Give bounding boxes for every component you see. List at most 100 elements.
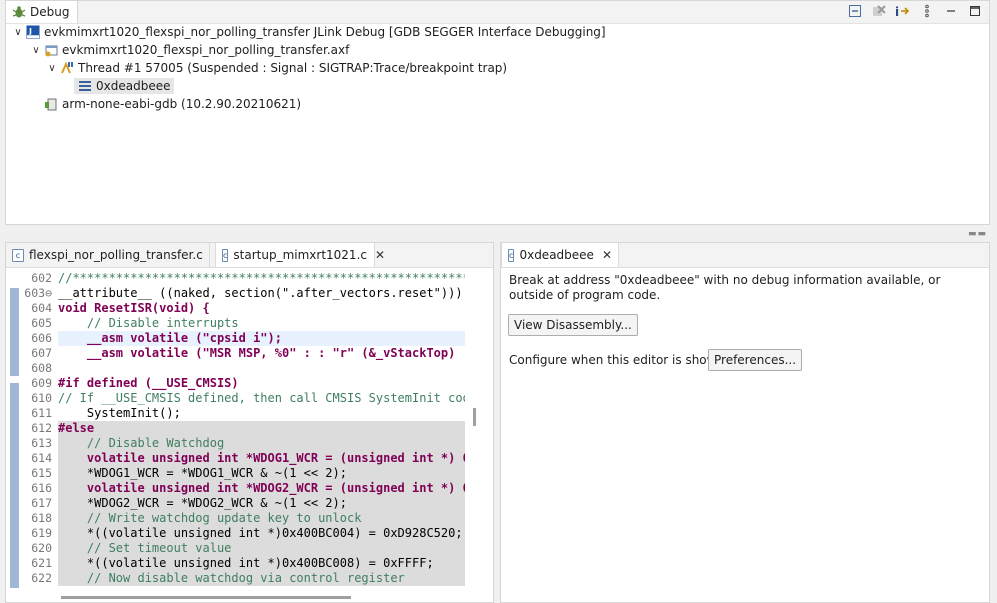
thread-suspended-icon <box>61 61 73 74</box>
tree-item-gdb[interactable]: arm-none-eabi-gdb (10.2.90.20210621) <box>6 95 989 113</box>
view-disassembly-button[interactable]: View Disassembly... <box>508 314 638 336</box>
code-editor: c flexspi_nor_polling_transfer.c c start… <box>5 242 494 603</box>
line-number: 618 <box>31 511 52 525</box>
tab-debug-label: Debug <box>30 5 70 19</box>
line-number: 602 <box>31 271 52 285</box>
line-number: 615 <box>31 466 52 480</box>
code-line-inactive: volatile unsigned int *WDOG1_WCR = (unsi… <box>58 451 465 466</box>
line-number: 619 <box>31 526 52 540</box>
line-number: 610 <box>31 391 52 405</box>
tree-item-stack-frame[interactable]: 0xdeadbeee <box>6 77 989 95</box>
code-line: #if defined (__USE_CMSIS) <box>58 376 239 390</box>
editor-tabbar: c flexspi_nor_polling_transfer.c c start… <box>6 243 493 268</box>
svg-text:i: i <box>895 5 899 18</box>
code-line: SystemInit(); <box>58 406 181 420</box>
chevron-down-icon[interactable]: ∨ <box>46 63 58 74</box>
gdb-process-icon <box>45 98 57 111</box>
code-line: __attribute__ ((naked, section(".after_v… <box>58 286 463 300</box>
minimize-icon[interactable] <box>943 3 959 19</box>
code-line-inactive: *((volatile unsigned int *)0x400BC004) =… <box>58 526 465 541</box>
tab-startup-mimxrt1021[interactable]: c startup_mimxrt1021.c ✕ <box>215 243 385 267</box>
code-line: // Disable interrupts <box>58 316 239 330</box>
chevron-down-icon[interactable]: ∨ <box>12 27 24 38</box>
overview-ruler <box>8 268 20 588</box>
ruler-marker <box>10 383 19 588</box>
line-number: 603⊖ <box>24 286 52 300</box>
code-line-inactive: // Disable Watchdog <box>58 436 465 451</box>
debug-view-tabbar: Debug i <box>6 1 989 24</box>
tree-item-launch[interactable]: ∨ J evkmimxrt1020_flexspi_nor_polling_tr… <box>6 23 989 41</box>
ruler-marker <box>10 288 19 376</box>
close-icon[interactable]: ✕ <box>375 248 385 262</box>
line-number: 612 <box>31 421 52 435</box>
line-number: 620 <box>31 541 52 555</box>
tab-0xdeadbeee[interactable]: c 0xdeadbeee ✕ <box>501 243 619 267</box>
tab-flexspi-nor-polling-transfer[interactable]: c flexspi_nor_polling_transfer.c <box>6 243 210 267</box>
code-line: __asm volatile ("MSR MSP, %0" : : "r" (&… <box>58 346 465 360</box>
code-line-inactive: #else <box>58 421 465 436</box>
address-editor-tabbar: c 0xdeadbeee ✕ <box>501 243 989 268</box>
code-area[interactable]: 602 603⊖ 604 605 606 607 608 609 610 611… <box>6 268 493 588</box>
tab-debug[interactable]: Debug <box>6 1 79 23</box>
vertical-scrollbar-thumb[interactable] <box>473 408 476 426</box>
line-number: 613 <box>31 436 52 450</box>
close-icon[interactable]: ✕ <box>602 248 612 262</box>
instruction-stepping-mode-icon[interactable]: i <box>895 3 911 19</box>
stack-frame-icon <box>79 81 91 91</box>
tree-item-launch-label: evkmimxrt1020_flexspi_nor_polling_transf… <box>44 25 606 39</box>
code-line: // If __USE_CMSIS defined, then call CMS… <box>58 391 465 405</box>
line-number: 604 <box>31 301 52 315</box>
tree-item-stack-frame-label: 0xdeadbeee <box>96 79 171 93</box>
line-number: 606 <box>31 331 52 345</box>
tab-0xdeadbeee-label: 0xdeadbeee <box>519 248 594 262</box>
code-line-current: __asm volatile ("cpsid i"); <box>58 331 465 346</box>
remove-all-terminated-icon[interactable] <box>871 3 887 19</box>
line-number: 605 <box>31 316 52 330</box>
line-number: 608 <box>31 361 52 375</box>
line-number: 622 <box>31 571 52 585</box>
code-line-inactive: // Now disable watchdog via control regi… <box>58 571 465 586</box>
no-debug-info-message: Break at address "0xdeadbeee" with no de… <box>509 273 941 302</box>
code-line: //**************************************… <box>58 271 465 285</box>
code-line: void ResetISR(void) { <box>58 301 210 315</box>
jlink-icon: J <box>26 25 40 39</box>
tree-item-gdb-label: arm-none-eabi-gdb (10.2.90.20210621) <box>62 97 302 111</box>
line-number: 614 <box>31 451 52 465</box>
application-icon <box>45 45 58 57</box>
line-number: 611 <box>31 406 52 420</box>
collapse-all-icon[interactable] <box>847 3 863 19</box>
tree-item-thread[interactable]: ∨ Thread #1 57005 (Suspended : Signal : … <box>6 59 989 77</box>
line-number: 616 <box>31 481 52 495</box>
code-line-inactive: *WDOG1_WCR = *WDOG1_WCR & ~(1 << 2); <box>58 466 465 481</box>
address-editor: c 0xdeadbeee ✕ Break at address "0xdeadb… <box>500 242 990 603</box>
line-number: 607 <box>31 346 52 360</box>
c-file-icon: c <box>508 248 515 262</box>
debug-tree: ∨ J evkmimxrt1020_flexspi_nor_polling_tr… <box>6 23 989 113</box>
configure-label: Configure when this editor is shown <box>509 353 725 367</box>
svg-text:J: J <box>28 27 32 36</box>
maximize-icon[interactable] <box>967 3 983 19</box>
code-line-inactive: // Write watchdog update key to unlock <box>58 511 465 526</box>
selected-stack-frame[interactable]: 0xdeadbeee <box>74 78 175 94</box>
tab-startup-label: startup_mimxrt1021.c <box>233 248 367 262</box>
preferences-button[interactable]: Preferences... <box>708 349 803 371</box>
code-line-inactive: // Set timeout value <box>58 541 465 556</box>
line-number: 617 <box>31 496 52 510</box>
code-line-inactive: *WDOG2_WCR = *WDOG2_WCR & ~(1 << 2); <box>58 496 465 511</box>
tab-flexspi-label: flexspi_nor_polling_transfer.c <box>29 248 203 262</box>
chevron-down-icon[interactable]: ∨ <box>30 45 42 56</box>
view-menu-icon[interactable] <box>919 3 935 19</box>
line-number: 621 <box>31 556 52 570</box>
debug-view-toolbar: i <box>847 3 983 19</box>
tree-item-axf[interactable]: ∨ evkmimxrt1020_flexspi_nor_polling_tran… <box>6 41 989 59</box>
line-number: 609 <box>31 376 52 390</box>
code-line-inactive: *((volatile unsigned int *)0x400BC008) =… <box>58 556 465 571</box>
debug-view: Debug i ∨ J evkmimxrt1020_flexspi_nor_po… <box>5 0 990 225</box>
tree-item-axf-label: evkmimxrt1020_flexspi_nor_polling_transf… <box>62 43 350 57</box>
sash-handle[interactable]: ▬▬ <box>968 229 987 239</box>
c-file-icon: c <box>12 248 24 262</box>
horizontal-scrollbar-thumb[interactable] <box>61 596 351 599</box>
c-file-icon: c <box>222 248 229 262</box>
debug-bug-icon <box>12 6 26 18</box>
